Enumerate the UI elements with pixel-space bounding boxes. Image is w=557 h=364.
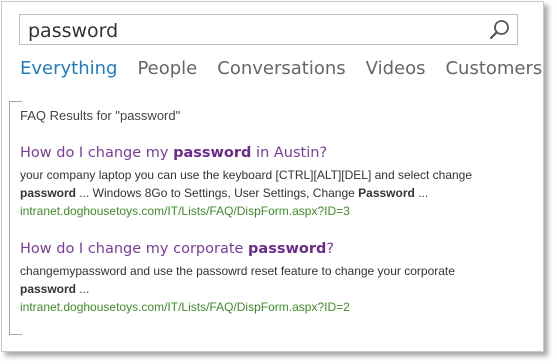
- result-summary-line: password ... Windows 8Go to Settings, Us…: [20, 184, 530, 202]
- search-button[interactable]: [489, 19, 511, 41]
- result-summary-highlight: password: [20, 186, 77, 200]
- result-summary-line: password ...: [20, 280, 530, 298]
- result-summary-line: changemypassword and use the passowrd re…: [20, 264, 455, 278]
- search-box[interactable]: password: [19, 14, 518, 45]
- result-summary-text: ... Windows 8Go to Settings, User Settin…: [76, 186, 359, 200]
- result-title-text: How do I change my: [20, 145, 174, 161]
- result-summary-highlight: Password: [358, 186, 415, 200]
- result-summary: your company laptop you can use the keyb…: [20, 166, 530, 202]
- result-title-highlight: password: [248, 241, 327, 257]
- search-result: How do I change my corporate password? c…: [20, 240, 530, 316]
- result-title-text: How do I change my corporate: [20, 241, 249, 257]
- search-result: How do I change my password in Austin? y…: [20, 144, 530, 220]
- result-summary: changemypassword and use the passowrd re…: [20, 262, 530, 298]
- result-title-link[interactable]: How do I change my password in Austin?: [20, 144, 530, 162]
- vertical-customers[interactable]: Customers: [445, 58, 542, 79]
- result-title-link[interactable]: How do I change my corporate password?: [20, 240, 530, 258]
- vertical-everything[interactable]: Everything: [20, 58, 117, 79]
- result-summary-line: your company laptop you can use the keyb…: [20, 168, 473, 182]
- result-summary-text: ...: [76, 282, 90, 296]
- vertical-people[interactable]: People: [137, 58, 197, 79]
- result-summary-highlight: password: [20, 282, 77, 296]
- result-title-text: in Austin?: [251, 145, 328, 161]
- result-title-highlight: password: [173, 145, 252, 161]
- result-title-text: ?: [326, 241, 335, 257]
- result-url[interactable]: intranet.doghousetoys.com/IT/Lists/FAQ/D…: [20, 202, 530, 220]
- search-verticals: Everything People Conversations Videos C…: [20, 58, 557, 79]
- search-input[interactable]: password: [28, 20, 118, 42]
- result-summary-text: ...: [414, 186, 429, 200]
- magnifier-icon: [489, 20, 509, 40]
- faq-results-title: FAQ Results for "password": [20, 108, 181, 123]
- result-url[interactable]: intranet.doghousetoys.com/IT/Lists/FAQ/D…: [20, 298, 530, 316]
- vertical-conversations[interactable]: Conversations: [217, 58, 345, 79]
- vertical-videos[interactable]: Videos: [366, 58, 426, 79]
